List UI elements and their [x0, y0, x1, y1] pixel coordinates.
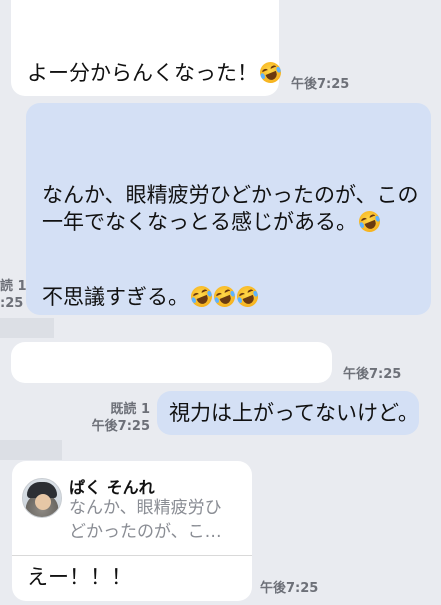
rolling-laugh-emoji-icon — [256, 58, 285, 87]
read-receipt: 既読 1 — [110, 402, 150, 417]
quoted-text-line: なんか、眼精疲労ひ — [69, 498, 222, 518]
message-text: 視力は上がってないけど。 — [169, 401, 419, 425]
divider-shade — [0, 440, 62, 460]
message-time-partial: :25 — [0, 296, 24, 311]
quoted-text-line: どかったのが、こ… — [69, 522, 222, 542]
divider-shade — [0, 318, 54, 338]
message-text: よー分からんくなった！ — [27, 58, 285, 87]
message-text-line: なんか、眼精疲労ひどかったのが、この — [42, 183, 419, 207]
message-time: 午後7:25 — [343, 367, 402, 382]
message-text: えー！！！ — [27, 565, 132, 589]
read-receipt-partial: 読 1 — [0, 279, 27, 294]
rolling-laugh-emoji-icon — [233, 282, 262, 311]
avatar[interactable] — [22, 478, 62, 518]
rolling-laugh-emoji-icon — [210, 282, 239, 311]
message-text-line: 不思議すぎる。 — [42, 282, 262, 311]
quoted-sender-name: ぱく そんれ — [69, 478, 155, 497]
message-time: 午後7:25 — [260, 581, 319, 596]
message-text-line: 一年でなくなっとる感じがある。 — [42, 207, 384, 236]
message-time: 午後7:25 — [291, 77, 350, 92]
rolling-laugh-emoji-icon — [355, 207, 384, 236]
message-bubble-incoming[interactable] — [11, 342, 332, 383]
message-time: 午後7:25 — [91, 419, 150, 434]
rolling-laugh-emoji-icon — [187, 282, 216, 311]
